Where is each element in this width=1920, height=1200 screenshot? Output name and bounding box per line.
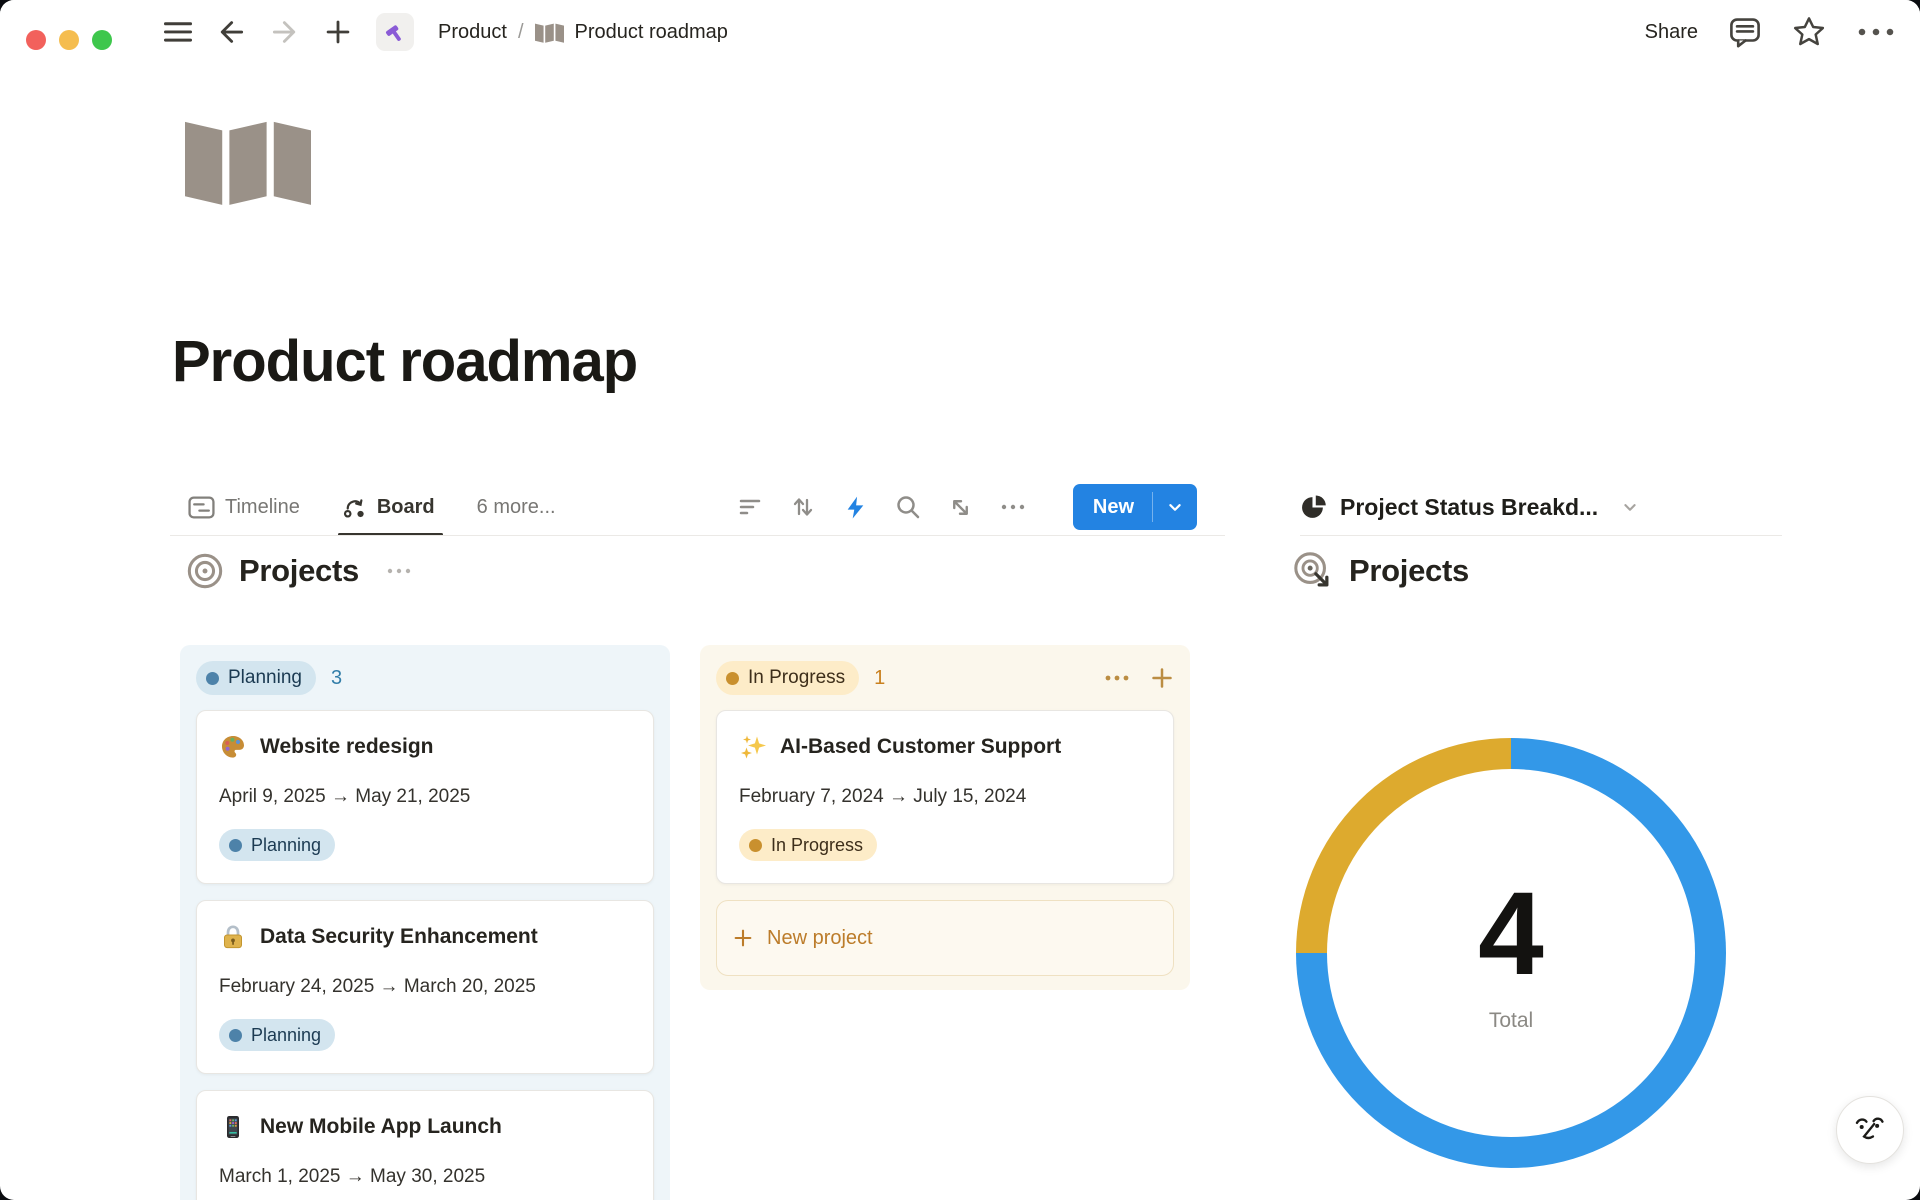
card-date-range: April 9, 2025 → May 21, 2025 [219,786,631,808]
column-add-icon[interactable] [1150,666,1174,690]
map-icon-small [535,22,564,43]
card-status-tag: Planning [219,1019,335,1051]
sidebar-menu-icon[interactable] [164,20,192,44]
card-title: Website redesign [260,735,434,759]
status-donut-chart[interactable]: 4 Total [1296,738,1726,1168]
minimize-window-button[interactable] [59,30,79,50]
new-button[interactable]: New [1073,484,1197,530]
breadcrumb: Product / Product roadmap [438,21,728,44]
view-options-icon[interactable] [1000,502,1026,512]
new-project-button[interactable]: New project [716,900,1174,976]
board-column-planning: Planning 3 Website redesign April 9, 202… [180,645,670,1200]
donut-total-value: 4 [1478,873,1544,997]
workspace-hammer-icon[interactable] [376,13,414,51]
side-panel-header[interactable]: Project Status Breakd... [1300,478,1641,536]
breadcrumb-separator: / [518,21,524,44]
status-label: In Progress [748,667,845,689]
board-view-icon [342,495,367,520]
more-options-icon[interactable] [1856,25,1896,39]
tab-timeline-label: Timeline [225,496,300,519]
side-panel-title: Project Status Breakd... [1340,494,1598,521]
section-options-icon[interactable] [386,566,412,576]
new-button-dropdown[interactable] [1153,484,1197,530]
automations-lightning-icon[interactable] [843,495,868,520]
project-card-mobile-app[interactable]: New Mobile App Launch March 1, 2025 → Ma… [196,1090,654,1200]
new-tab-plus-icon[interactable] [324,18,352,46]
tab-timeline[interactable]: Timeline [188,478,300,536]
project-card-website-redesign[interactable]: Website redesign April 9, 2025 → May 21,… [196,710,654,884]
palette-icon [219,733,247,761]
project-card-ai-support[interactable]: AI-Based Customer Support February 7, 20… [716,710,1174,884]
status-dot [749,839,762,852]
column-options-icon[interactable] [1104,673,1130,683]
status-pill-planning[interactable]: Planning [196,661,316,695]
status-label: In Progress [771,835,863,856]
card-date-range: March 1, 2025 → May 30, 2025 [219,1166,631,1188]
view-bar: Timeline Board 6 more... [170,478,1225,536]
tab-board-label: Board [377,496,435,519]
forward-icon[interactable] [270,17,300,47]
linked-target-icon [1292,550,1334,592]
card-title: AI-Based Customer Support [780,735,1061,759]
panel-section-title: Projects [1349,553,1469,589]
back-icon[interactable] [216,17,246,47]
lock-icon [219,923,247,951]
status-dot [726,672,739,685]
new-button-label: New [1073,496,1152,519]
card-status-tag: Planning [219,829,335,861]
viewbar-divider [170,535,1225,536]
donut-center: 4 Total [1327,769,1695,1137]
board-column-in-progress: In Progress 1 AI-Based Customer Support [700,645,1190,990]
column-count: 1 [874,667,885,690]
status-dot [229,839,242,852]
comments-icon[interactable] [1728,15,1762,49]
status-pill-in-progress[interactable]: In Progress [716,661,859,695]
breadcrumb-root[interactable]: Product [438,21,507,44]
status-label: Planning [228,667,302,689]
chevron-down-icon[interactable] [1619,496,1641,518]
card-title: New Mobile App Launch [260,1115,502,1139]
card-date-range: February 24, 2025 → March 20, 2025 [219,976,631,998]
tab-board[interactable]: Board [342,478,435,536]
project-card-data-security[interactable]: Data Security Enhancement February 24, 2… [196,900,654,1074]
plus-icon [732,927,754,949]
share-button[interactable]: Share [1645,21,1698,44]
new-project-label: New project [767,927,873,950]
card-title: Data Security Enhancement [260,925,538,949]
window-titlebar: Product / Product roadmap Share [0,0,1920,64]
mobile-phone-icon [219,1113,247,1141]
card-status-tag: In Progress [739,829,877,861]
board-section-title: Projects [239,553,359,589]
status-label: Planning [251,835,321,856]
notion-ai-face-button[interactable] [1836,1096,1904,1164]
pie-chart-icon [1300,494,1327,521]
sparkles-icon [739,733,767,761]
zoom-window-button[interactable] [92,30,112,50]
close-window-button[interactable] [26,30,46,50]
board-section-header: Projects [186,548,412,594]
panel-section-header: Projects [1292,548,1469,594]
favorite-star-icon[interactable] [1792,15,1826,49]
page-icon-map[interactable] [185,116,311,210]
expand-icon[interactable] [948,495,973,520]
breadcrumb-current[interactable]: Product roadmap [575,21,728,44]
search-icon[interactable] [895,494,921,520]
status-dot [229,1029,242,1042]
target-icon [186,552,224,590]
app-window: Product / Product roadmap Share Produ [0,0,1920,1200]
filter-icon[interactable] [737,494,763,520]
card-date-range: February 7, 2024 → July 15, 2024 [739,786,1151,808]
timeline-view-icon [188,496,215,519]
status-dot [206,672,219,685]
sort-icon[interactable] [790,494,816,520]
column-count: 3 [331,667,342,690]
donut-total-label: Total [1489,1009,1533,1033]
more-views-button[interactable]: 6 more... [477,496,556,519]
page-title[interactable]: Product roadmap [172,328,637,395]
status-label: Planning [251,1025,321,1046]
